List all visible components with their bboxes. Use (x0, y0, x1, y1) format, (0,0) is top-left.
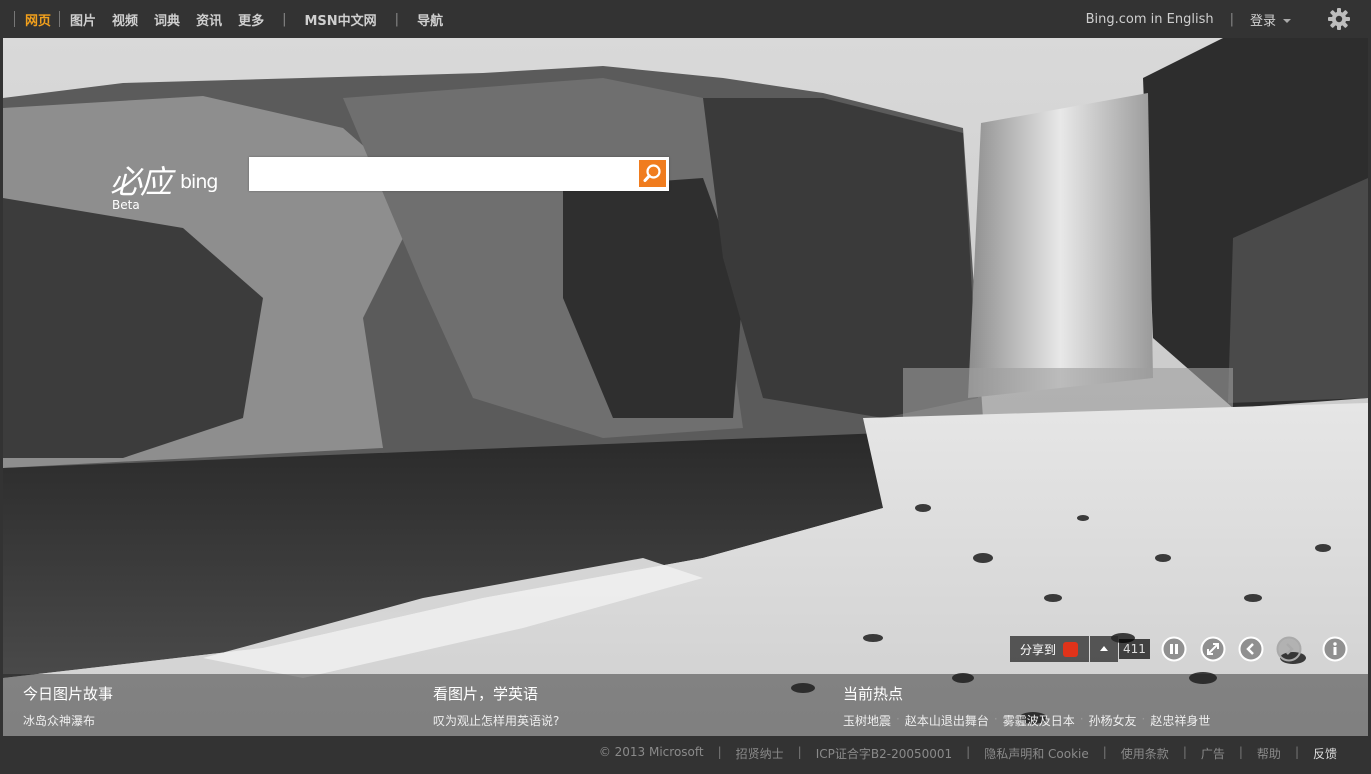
footer-link-jobs[interactable]: 招贤纳士 (736, 745, 784, 762)
footer-separator: | (717, 745, 722, 759)
share-button[interactable]: 分享到 (1010, 636, 1089, 662)
share-label: 分享到 (1020, 642, 1057, 657)
learn-english-link[interactable]: 叹为观止怎样用英语说? (433, 712, 559, 729)
footer-separator: | (1238, 745, 1243, 759)
nav-divider (14, 11, 15, 27)
nav-item-directory[interactable]: 导航 (409, 10, 451, 29)
footer-separator: | (966, 745, 971, 759)
learn-english-title[interactable]: 看图片，学英语 (433, 683, 559, 704)
background-photo (3, 38, 1368, 736)
hot-topic-item[interactable]: 赵忠祥身世 (1150, 712, 1210, 729)
footer-links: © 2013 Microsoft | 招贤纳士 | ICP证合字B2-20050… (599, 745, 1337, 762)
search-button[interactable] (639, 160, 666, 187)
dot-separator: · (896, 712, 900, 726)
pause-icon[interactable] (1161, 636, 1187, 662)
image-story-title[interactable]: 今日图片故事 (23, 683, 113, 704)
hot-topics-title: 当前热点 (843, 685, 904, 703)
login-label: 登录 (1249, 13, 1276, 29)
waterfall-scene (3, 38, 1368, 736)
footer-link-terms[interactable]: 使用条款 (1121, 745, 1169, 762)
hot-topic-item[interactable]: 赵本山退出舞台 (905, 712, 989, 729)
hot-topic-item[interactable]: 雾霾波及日本 (1003, 712, 1075, 729)
learn-english: 看图片，学英语 叹为观止怎样用英语说? (433, 683, 559, 729)
dot-separator: · (1079, 712, 1084, 726)
nav-item-msn[interactable]: MSN中文网 (296, 10, 384, 29)
prev-icon[interactable] (1238, 636, 1264, 662)
dot-separator: · (1141, 712, 1146, 726)
login-link[interactable]: 登录 (1250, 10, 1291, 29)
footer-separator: | (1182, 745, 1187, 759)
footer-link-ads[interactable]: 广告 (1201, 745, 1225, 762)
hot-topics-list: 玉树地震 · 赵本山退出舞台 · 雾霾波及日本 · 孙杨女友 · 赵忠祥身世 (843, 712, 1210, 729)
nav-separator: | (394, 11, 400, 27)
fullscreen-icon[interactable] (1200, 636, 1226, 662)
expand-share-button[interactable] (1090, 636, 1118, 662)
search-box (249, 157, 669, 191)
chevron-up-icon (1100, 646, 1108, 651)
top-navigation-bar: 网页 图片 视频 词典 资讯 更多 | MSN中文网 | 导航 Bing.com… (0, 0, 1371, 38)
nav-item-web[interactable]: 网页 (17, 10, 59, 29)
footer-separator: | (797, 745, 802, 759)
info-icon[interactable] (1322, 636, 1348, 662)
vertical-nav: 网页 图片 视频 词典 资讯 更多 | MSN中文网 | 导航 (14, 0, 451, 38)
nav-separator: | (1229, 11, 1234, 27)
logo-chinese: 必应 (110, 163, 172, 201)
search-input[interactable] (255, 163, 639, 187)
footer-separator: | (1102, 745, 1107, 759)
english-site-link[interactable]: Bing.com in English (1086, 12, 1214, 27)
logo-english: bing (180, 171, 218, 193)
hot-topics: 当前热点 玉树地震 · 赵本山退出舞台 · 雾霾波及日本 · 孙杨女友 · 赵忠… (843, 683, 1210, 729)
footer-link-help[interactable]: 帮助 (1257, 745, 1281, 762)
bing-logo[interactable]: 必应 bing Beta (110, 157, 240, 213)
image-story-link[interactable]: 冰岛众神瀑布 (23, 712, 113, 729)
nav-item-news[interactable]: 资讯 (188, 10, 230, 29)
image-story: 今日图片故事 冰岛众神瀑布 (23, 683, 113, 729)
dot-separator: · (993, 712, 998, 726)
weibo-icon (1063, 641, 1079, 657)
logo-beta: Beta (112, 198, 140, 212)
footer-separator: | (1294, 745, 1299, 759)
account-area: Bing.com in English | 登录 (1086, 0, 1371, 38)
nav-item-dictionary[interactable]: 词典 (146, 10, 188, 29)
footer-link-feedback[interactable]: 反馈 (1313, 745, 1337, 762)
copyright: © 2013 Microsoft (598, 745, 704, 759)
nav-item-videos[interactable]: 视频 (104, 10, 146, 29)
next-icon[interactable] (1276, 636, 1302, 662)
nav-separator: | (282, 11, 287, 27)
share-count: 411 (1119, 639, 1150, 659)
nav-item-more[interactable]: 更多 (230, 10, 272, 29)
gear-icon[interactable] (1327, 7, 1351, 31)
footer: © 2013 Microsoft | 招贤纳士 | ICP证合字B2-20050… (0, 736, 1371, 774)
footer-link-privacy[interactable]: 隐私声明和 Cookie (984, 745, 1089, 762)
nav-divider (59, 11, 61, 27)
nav-item-images[interactable]: 图片 (62, 10, 104, 29)
hot-topic-item[interactable]: 孙杨女友 (1089, 712, 1137, 729)
footer-link-icp[interactable]: ICP证合字B2-20050001 (816, 745, 952, 762)
hot-topic-item[interactable]: 玉树地震 (843, 712, 891, 729)
search-icon (643, 164, 661, 182)
chevron-down-icon (1283, 19, 1291, 23)
